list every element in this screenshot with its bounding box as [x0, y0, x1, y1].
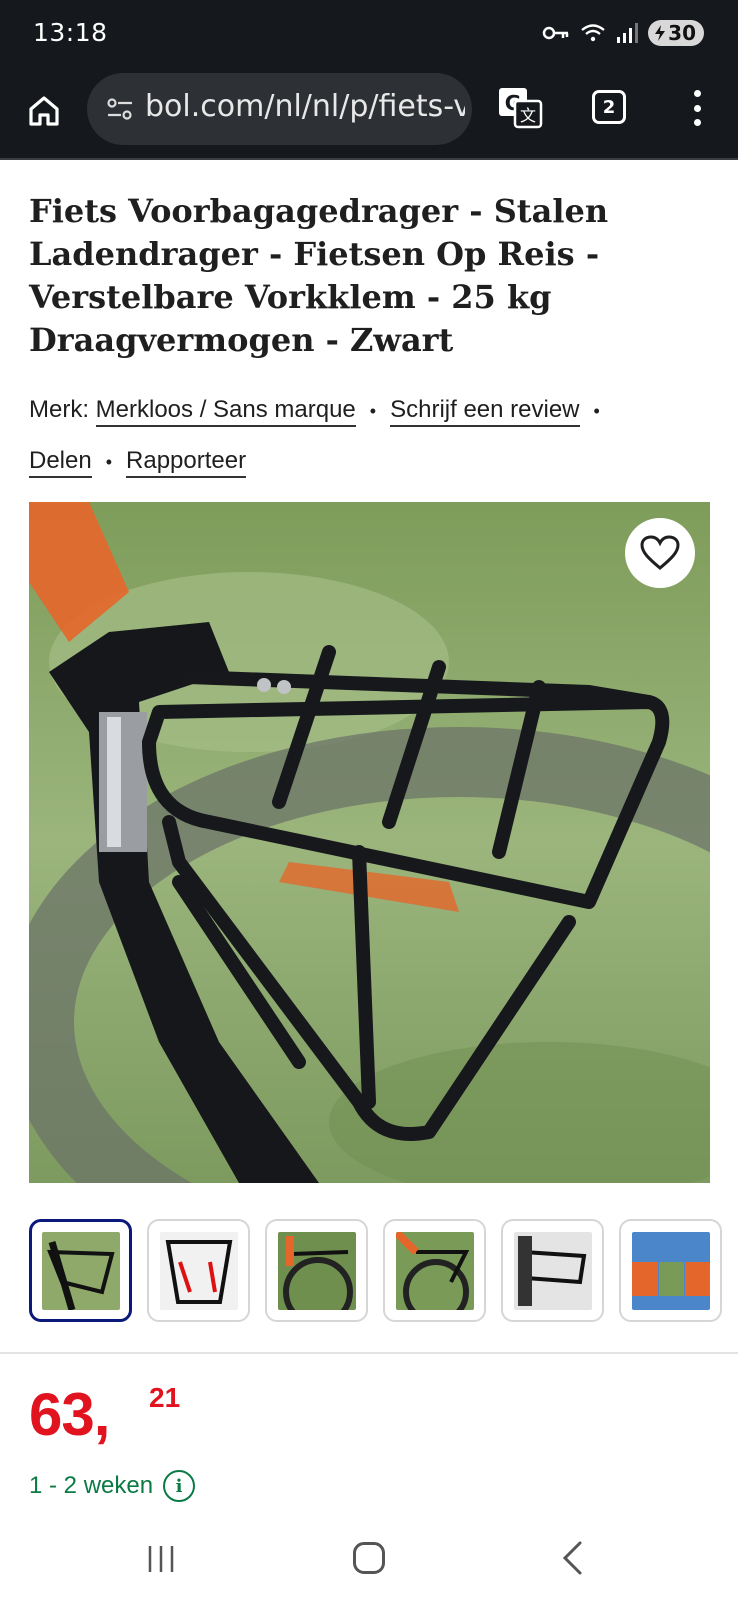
- battery-indicator: 30: [648, 20, 704, 46]
- thumbnail-image: [41, 1231, 120, 1310]
- bike-rack-photo: [29, 502, 710, 1183]
- info-icon[interactable]: i: [163, 1470, 196, 1502]
- heart-icon: [640, 535, 680, 570]
- thumbnail-5[interactable]: [501, 1219, 604, 1322]
- browser-toolbar: bol.com/nl/nl/p/fiets-v G文 2: [0, 70, 738, 160]
- brand-link[interactable]: Merkloos / Sans marque: [95, 396, 356, 427]
- thumbnail-image: [513, 1231, 592, 1310]
- thumbnail-3[interactable]: [265, 1219, 368, 1322]
- url-text[interactable]: bol.com/nl/nl/p/fiets-v: [145, 89, 465, 124]
- more-menu-button[interactable]: [682, 86, 712, 130]
- thumbnail-1[interactable]: [29, 1219, 132, 1322]
- recent-apps-icon[interactable]: [147, 1544, 175, 1574]
- favorite-button[interactable]: [625, 518, 695, 588]
- system-nav-bar: [0, 1520, 738, 1600]
- back-icon[interactable]: [560, 1540, 584, 1576]
- thumbnail-image: [159, 1231, 238, 1310]
- brand-label: Merk:: [29, 396, 89, 423]
- delivery-info: 1 - 2 weken i: [29, 1470, 196, 1502]
- more-icon: [693, 90, 701, 97]
- product-title: Fiets Voorbagagedrager - Stalen Ladendra…: [29, 192, 609, 359]
- thumbnail-image: [395, 1231, 474, 1310]
- key-icon: [542, 26, 569, 40]
- home-icon: [29, 96, 59, 126]
- status-icons: 30: [542, 20, 704, 46]
- home-button[interactable]: [20, 87, 68, 135]
- thumbnail-2[interactable]: [147, 1219, 250, 1322]
- home-nav-icon[interactable]: [353, 1542, 385, 1574]
- write-review-link[interactable]: Schrijf een review: [390, 396, 580, 427]
- thumbnail-4[interactable]: [383, 1219, 486, 1322]
- status-time: 13:18: [33, 18, 108, 47]
- battery-icon: [655, 25, 666, 41]
- svg-text:文: 文: [520, 106, 536, 125]
- delivery-time: 1 - 2 weken: [29, 1472, 154, 1499]
- thumbnail-image: [631, 1231, 710, 1310]
- translate-button[interactable]: G文: [497, 85, 543, 131]
- thumbnail-image: [277, 1231, 356, 1310]
- thumbnail-strip: [29, 1219, 722, 1322]
- product-image[interactable]: [29, 502, 710, 1183]
- status-bar: 13:18 30: [0, 0, 738, 70]
- report-link[interactable]: Rapporteer: [126, 447, 247, 478]
- product-meta: Merk: Merkloos / Sans marque • Schrijf een…: [29, 385, 719, 487]
- tab-switcher-button[interactable]: 2: [592, 90, 626, 124]
- price-main: 63,: [29, 1381, 110, 1448]
- battery-level: 30: [668, 21, 696, 45]
- site-settings-icon[interactable]: [106, 97, 134, 121]
- thumbnail-6[interactable]: [619, 1219, 722, 1322]
- divider: [0, 1352, 738, 1354]
- url-bar[interactable]: bol.com/nl/nl/p/fiets-v: [87, 73, 472, 145]
- translate-icon: G文: [499, 88, 543, 129]
- wifi-icon: [581, 24, 605, 42]
- price: 63, 21: [29, 1380, 180, 1450]
- share-link[interactable]: Delen: [29, 447, 92, 478]
- price-cents: 21: [149, 1382, 181, 1413]
- signal-icon: [617, 23, 639, 43]
